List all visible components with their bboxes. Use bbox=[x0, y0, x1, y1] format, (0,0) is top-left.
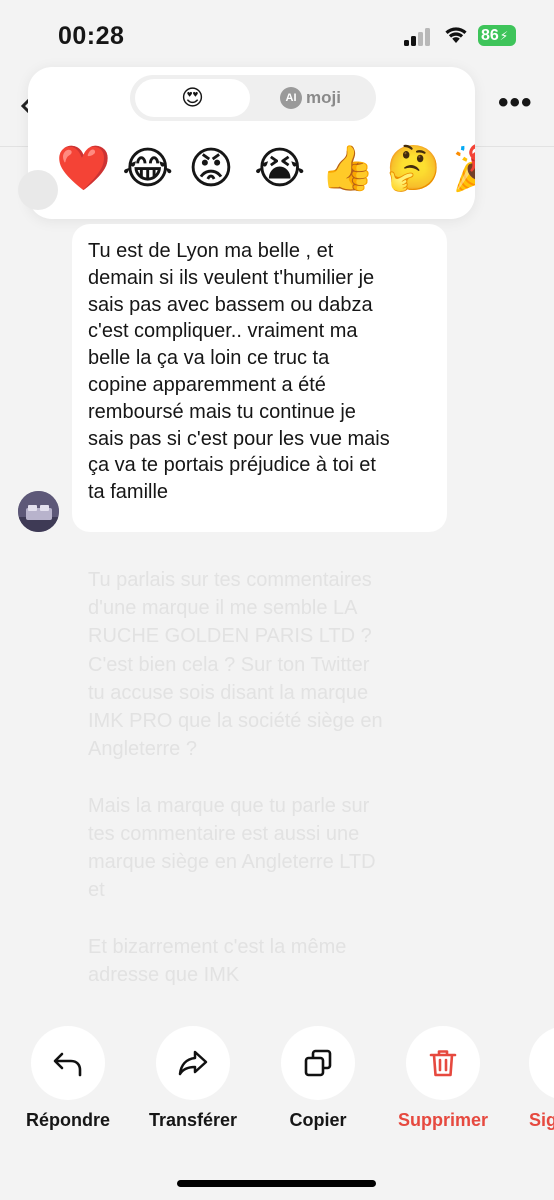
reply-action[interactable]: Répondre bbox=[26, 1026, 110, 1130]
forward-icon bbox=[178, 1050, 208, 1076]
report-button[interactable] bbox=[529, 1026, 554, 1100]
report-label: Sig bbox=[529, 1110, 554, 1130]
selected-message-bubble[interactable]: Tu est de Lyon ma belle , et demain si i… bbox=[72, 224, 447, 532]
home-indicator bbox=[177, 1180, 376, 1187]
wifi-icon bbox=[445, 27, 467, 43]
reply-label: Répondre bbox=[25, 1110, 111, 1130]
ai-badge-icon: AI bbox=[280, 87, 302, 109]
forward-action[interactable]: Transférer bbox=[149, 1026, 237, 1130]
copy-button[interactable] bbox=[281, 1026, 355, 1100]
reaction-party[interactable]: 🎉 bbox=[452, 145, 475, 193]
trash-icon bbox=[429, 1050, 457, 1077]
tab-ai-moji[interactable]: AI moji bbox=[280, 75, 341, 121]
reaction-panel: 😍 AI moji ❤️ 😂 😡 😭 👍 🤔 🎉 bbox=[28, 67, 475, 219]
reaction-heart[interactable]: ❤️ bbox=[56, 145, 111, 193]
forward-button[interactable] bbox=[156, 1026, 230, 1100]
reaction-thinking[interactable]: 🤔 bbox=[386, 145, 441, 193]
report-button-clip bbox=[529, 1026, 554, 1100]
status-bar: 00:28 86 ⚡ bbox=[0, 0, 554, 70]
avatar-image bbox=[18, 491, 59, 532]
delete-action[interactable]: Supprimer bbox=[398, 1026, 488, 1130]
faded-message-text: Tu parlais sur tes commentaires d'une ma… bbox=[88, 569, 383, 986]
avatar[interactable] bbox=[18, 491, 59, 532]
tab-emoji[interactable]: 😍 bbox=[135, 79, 250, 117]
delete-label: Supprimer bbox=[397, 1110, 489, 1130]
emoji-reaction-row: ❤️ 😂 😡 😭 👍 🤔 🎉 bbox=[56, 145, 475, 193]
battery-icon: 86 ⚡ bbox=[478, 25, 516, 46]
reaction-angry[interactable]: 😡 bbox=[188, 145, 234, 193]
delete-button[interactable] bbox=[406, 1026, 480, 1100]
battery-level: 86 bbox=[481, 26, 499, 44]
reaction-thumbs-up[interactable]: 👍 bbox=[320, 145, 375, 193]
status-time: 00:28 bbox=[58, 22, 125, 50]
reaction-laugh[interactable]: 😂 bbox=[122, 145, 173, 193]
reply-icon bbox=[53, 1052, 82, 1077]
tab-ai-moji-label: moji bbox=[306, 88, 341, 107]
copy-label: Copier bbox=[289, 1110, 347, 1130]
copy-icon bbox=[304, 1049, 332, 1077]
more-options-icon[interactable]: ••• bbox=[498, 88, 532, 118]
reaction-cry[interactable]: 😭 bbox=[254, 145, 305, 193]
message-text: Tu est de Lyon ma belle , et demain si i… bbox=[88, 240, 390, 504]
forward-label: Transférer bbox=[148, 1110, 238, 1130]
cellular-signal-icon bbox=[404, 28, 434, 46]
reaction-tabs: 😍 AI moji bbox=[130, 75, 376, 121]
reply-button[interactable] bbox=[31, 1026, 105, 1100]
avatar-previous bbox=[18, 170, 58, 210]
copy-action[interactable]: Copier bbox=[281, 1026, 355, 1130]
